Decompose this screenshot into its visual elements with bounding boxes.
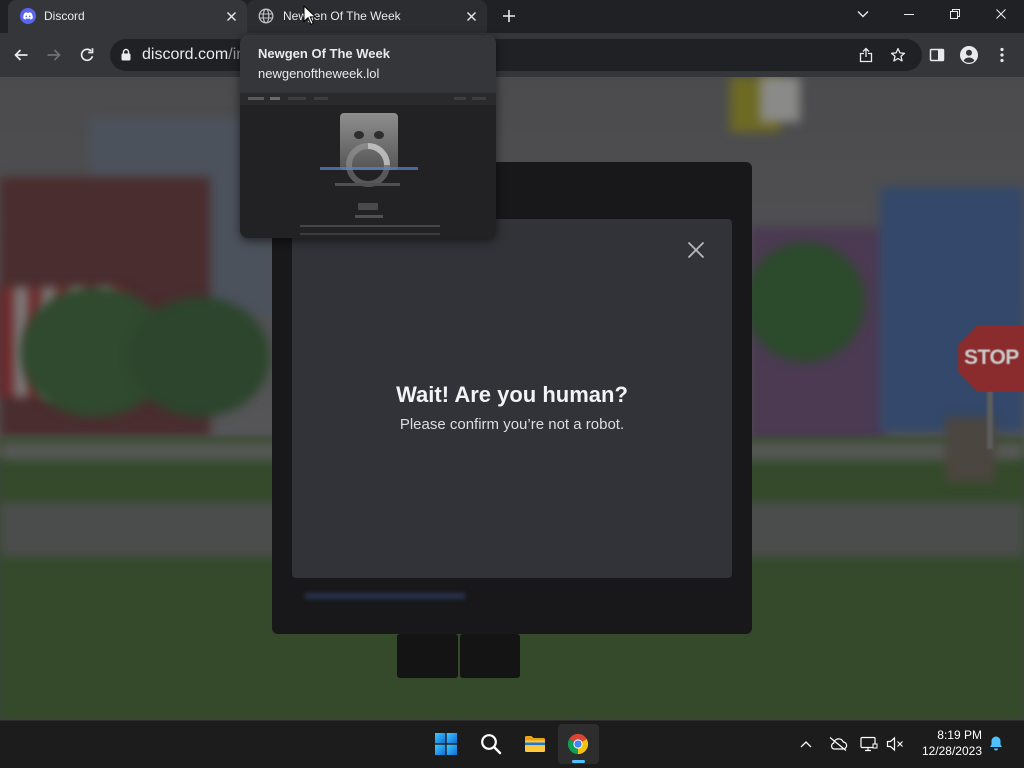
clock-date: 12/28/2023: [921, 744, 982, 758]
bell-icon: [990, 736, 1002, 751]
hover-card-title: Newgen Of The Week: [258, 46, 390, 61]
share-button[interactable]: [858, 47, 874, 63]
onedrive-tray-button[interactable]: [828, 736, 848, 752]
loading-spinner: [346, 143, 390, 187]
profile-button[interactable]: [960, 46, 978, 64]
side-panel-button[interactable]: [929, 47, 945, 63]
tab-title: Newgen Of The Week: [283, 9, 401, 23]
restore-button[interactable]: [950, 9, 960, 19]
url-host: discord.com: [142, 46, 229, 63]
more-vertical-icon: [1000, 47, 1004, 63]
browser-menu-button[interactable]: [999, 47, 1005, 63]
chevron-down-icon: [857, 11, 869, 18]
plus-icon: [503, 10, 515, 22]
file-explorer-icon: [525, 736, 545, 752]
start-button[interactable]: [435, 733, 457, 755]
taskbar-search-button[interactable]: [480, 733, 502, 755]
bookmark-star-button[interactable]: [890, 47, 906, 63]
minimize-button[interactable]: [904, 9, 914, 19]
close-window-button[interactable]: [996, 9, 1006, 19]
network-icon: [860, 736, 878, 752]
close-icon: [227, 12, 236, 21]
back-button[interactable]: [13, 47, 29, 63]
search-icon: [481, 734, 502, 755]
chevron-up-icon: [800, 741, 812, 748]
address-bar-url: discord.com/inv: [142, 39, 253, 71]
chrome-icon: [567, 733, 589, 755]
profile-icon: [960, 46, 978, 64]
volume-muted-icon: [886, 736, 903, 752]
star-icon: [890, 47, 906, 62]
reload-button[interactable]: [79, 47, 95, 63]
reload-icon: [80, 48, 94, 62]
tab-hover-card: Newgen Of The Week newgenoftheweek.lol: [240, 35, 496, 238]
notifications-button[interactable]: [988, 735, 1004, 752]
tab-title: Discord: [44, 9, 85, 23]
arrow-left-icon: [14, 49, 28, 61]
cloud-off-icon: [829, 737, 848, 751]
tab-close-button[interactable]: [466, 11, 477, 22]
lock-icon[interactable]: [121, 48, 131, 61]
file-explorer-button[interactable]: [524, 734, 546, 754]
clock-time: 8:19 PM: [937, 728, 982, 742]
forward-button[interactable]: [46, 47, 62, 63]
volume-tray-button[interactable]: [886, 736, 904, 752]
captcha-subtitle: Please confirm you’re not a robot.: [399, 416, 625, 433]
tab-close-button[interactable]: [226, 11, 237, 22]
stop-sign: STOP: [958, 325, 1024, 392]
tab-discord[interactable]: Discord: [8, 0, 247, 33]
captcha-modal: Wait! Are you human? Please confirm you’…: [292, 219, 732, 578]
share-icon: [859, 47, 873, 63]
network-tray-button[interactable]: [860, 736, 878, 752]
captcha-title: Wait! Are you human?: [396, 382, 628, 407]
tab-search-button[interactable]: [857, 10, 869, 18]
new-tab-button[interactable]: [502, 9, 516, 23]
hover-card-domain: newgenoftheweek.lol: [258, 66, 380, 81]
close-icon: [996, 9, 1006, 19]
mouse-cursor: [303, 5, 316, 25]
running-indicator: [572, 760, 585, 763]
windows-start-icon: [435, 733, 457, 755]
tab-newgen-of-the-week[interactable]: Newgen Of The Week: [247, 0, 487, 33]
restore-icon: [950, 9, 960, 19]
side-panel-icon: [929, 48, 945, 62]
chrome-taskbar-button[interactable]: [567, 733, 589, 755]
taskbar-clock[interactable]: 8:19 PM 12/28/2023: [905, 727, 982, 759]
discord-icon: [20, 8, 36, 24]
tray-overflow-button[interactable]: [799, 739, 813, 749]
stop-sign-text: STOP: [964, 346, 1019, 369]
minimize-icon: [904, 14, 914, 15]
tab-preview-thumbnail: [240, 93, 496, 238]
arrow-right-icon: [47, 49, 61, 61]
close-icon: [467, 12, 476, 21]
page-viewport: STOP Wait! Are you human? Please confirm…: [0, 77, 1024, 720]
modal-close-button[interactable]: [687, 241, 705, 259]
globe-icon: [258, 8, 274, 24]
close-icon: [687, 241, 705, 259]
